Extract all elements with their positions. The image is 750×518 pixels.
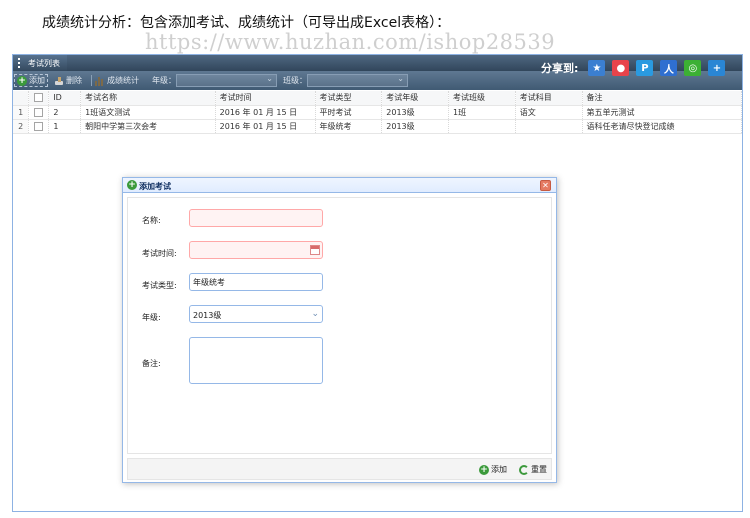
cell-time: 2016 年 01 月 15 日 <box>215 105 316 120</box>
column-header-class[interactable]: 考试班级 <box>448 91 516 106</box>
grade-select-value: 2013级 <box>193 311 222 320</box>
delete-icon <box>54 76 64 86</box>
cell-note: 第五单元测试 <box>582 105 742 120</box>
chevron-down-icon: ⌄ <box>266 74 273 83</box>
toolbar-stats-label: 成绩统计 <box>107 76 139 85</box>
table-row[interactable]: 2 1 朝阳中学第三次会考 2016 年 01 月 15 日 年级统考 2013… <box>13 119 742 134</box>
dialog-reset-label: 重置 <box>531 465 547 474</box>
table-row[interactable]: 1 2 1班语文测试 2016 年 01 月 15 日 平时考试 2013级 1… <box>13 105 742 120</box>
qzone-icon[interactable]: ★ <box>588 60 606 76</box>
column-header-id[interactable]: ID <box>48 91 82 106</box>
cell-note: 语科任老请尽快登记成绩 <box>582 119 742 134</box>
watermark-url: https://www.huzhan.com/ishop28539 <box>145 30 556 54</box>
column-header-note[interactable]: 备注 <box>582 91 742 106</box>
cell-id: 2 <box>48 105 82 120</box>
grade-label: 年级: <box>142 313 161 322</box>
cell-class: 1班 <box>448 105 516 120</box>
cell-name: 1班语文测试 <box>80 105 216 120</box>
exam-table: ID 考试名称 考试时间 考试类型 考试年级 考试班级 考试科目 备注 1 2 … <box>13 91 742 134</box>
cell-time: 2016 年 01 月 15 日 <box>215 119 316 134</box>
row-number: 1 <box>13 105 30 120</box>
toolbar-add-label: 添加 <box>29 76 45 85</box>
toolbar-separator <box>91 75 92 86</box>
share-bar: 分享到: ★ ● P 人 ◎ + <box>541 60 732 76</box>
dialog-reset-button[interactable]: 重置 <box>519 464 547 475</box>
column-header-time[interactable]: 考试时间 <box>215 91 316 106</box>
column-header-type[interactable]: 考试类型 <box>315 91 383 106</box>
rownum-header <box>13 91 30 106</box>
chevron-down-icon: ⌄ <box>311 309 319 319</box>
name-input[interactable] <box>189 209 323 227</box>
table-header-row: ID 考试名称 考试时间 考试类型 考试年级 考试班级 考试科目 备注 <box>13 91 742 106</box>
exam-time-label: 考试时间: <box>142 249 177 258</box>
class-filter-label: 班级： <box>283 76 307 85</box>
column-header-name[interactable]: 考试名称 <box>80 91 216 106</box>
toolbar-add-button[interactable]: + 添加 <box>14 74 48 87</box>
renren-icon[interactable]: 人 <box>660 60 678 76</box>
dialog-form: 名称: 考试时间: 考试类型: 年级: 2013级 ⌄ 备注: <box>127 197 552 454</box>
reset-icon <box>519 464 529 475</box>
panel-title: 考试列表 <box>28 59 60 68</box>
chevron-down-icon: ⌄ <box>397 74 404 83</box>
grade-select[interactable]: 2013级 ⌄ <box>189 305 323 323</box>
dialog-add-label: 添加 <box>491 465 507 474</box>
add-icon: + <box>127 180 137 190</box>
dialog-footer: + 添加 重置 <box>127 458 552 480</box>
dialog-add-button[interactable]: + 添加 <box>479 464 507 475</box>
class-filter-select[interactable]: ⌄ <box>307 74 408 87</box>
page-caption: 成绩统计分析：包含添加考试、成绩统计（可导出成Excel表格）： <box>42 15 451 31</box>
close-icon[interactable]: ✕ <box>540 180 551 191</box>
row-number: 2 <box>13 119 30 134</box>
cell-class <box>448 119 516 134</box>
cell-type: 平时考试 <box>315 105 383 120</box>
note-label: 备注: <box>142 359 161 368</box>
column-header-grade[interactable]: 考试年级 <box>381 91 450 106</box>
dialog-header: + 添加考试 ✕ <box>123 178 556 193</box>
name-label: 名称: <box>142 216 161 225</box>
calendar-icon[interactable] <box>310 245 320 255</box>
panel-drag-icon <box>18 58 21 68</box>
exam-type-label: 考试类型: <box>142 281 177 290</box>
toolbar-stats-button[interactable]: 成绩统计 <box>95 74 139 87</box>
bar-chart-icon <box>95 76 105 86</box>
toolbar-delete-label: 删除 <box>66 76 82 85</box>
add-icon: + <box>17 75 27 86</box>
row-checkbox[interactable] <box>28 119 50 134</box>
toolbar-delete-button[interactable]: 删除 <box>54 74 82 87</box>
wechat-icon[interactable]: ◎ <box>684 60 702 76</box>
exam-time-input[interactable] <box>189 241 323 259</box>
cell-subject <box>515 119 583 134</box>
column-header-subject[interactable]: 考试科目 <box>515 91 583 106</box>
grade-filter-label: 年级： <box>152 76 176 85</box>
share-label: 分享到: <box>541 62 579 75</box>
add-icon: + <box>479 464 489 475</box>
row-checkbox[interactable] <box>28 105 50 120</box>
more-share-icon[interactable]: + <box>708 60 726 76</box>
add-exam-dialog: + 添加考试 ✕ 名称: 考试时间: 考试类型: 年级: 2013级 ⌄ 备注:… <box>122 177 557 483</box>
cell-type: 年级统考 <box>315 119 383 134</box>
cell-grade: 2013级 <box>381 105 450 120</box>
cell-grade: 2013级 <box>381 119 450 134</box>
weibo-icon[interactable]: ● <box>612 60 630 76</box>
tencent-weibo-icon[interactable]: P <box>636 60 654 76</box>
cell-subject: 语文 <box>515 105 583 120</box>
grade-filter-select[interactable]: ⌄ <box>176 74 277 87</box>
select-all-checkbox[interactable] <box>28 91 50 106</box>
exam-type-input[interactable] <box>189 273 323 291</box>
cell-name: 朝阳中学第三次会考 <box>80 119 216 134</box>
cell-id: 1 <box>48 119 82 134</box>
dialog-title: 添加考试 <box>139 182 171 191</box>
note-textarea[interactable] <box>189 337 323 384</box>
